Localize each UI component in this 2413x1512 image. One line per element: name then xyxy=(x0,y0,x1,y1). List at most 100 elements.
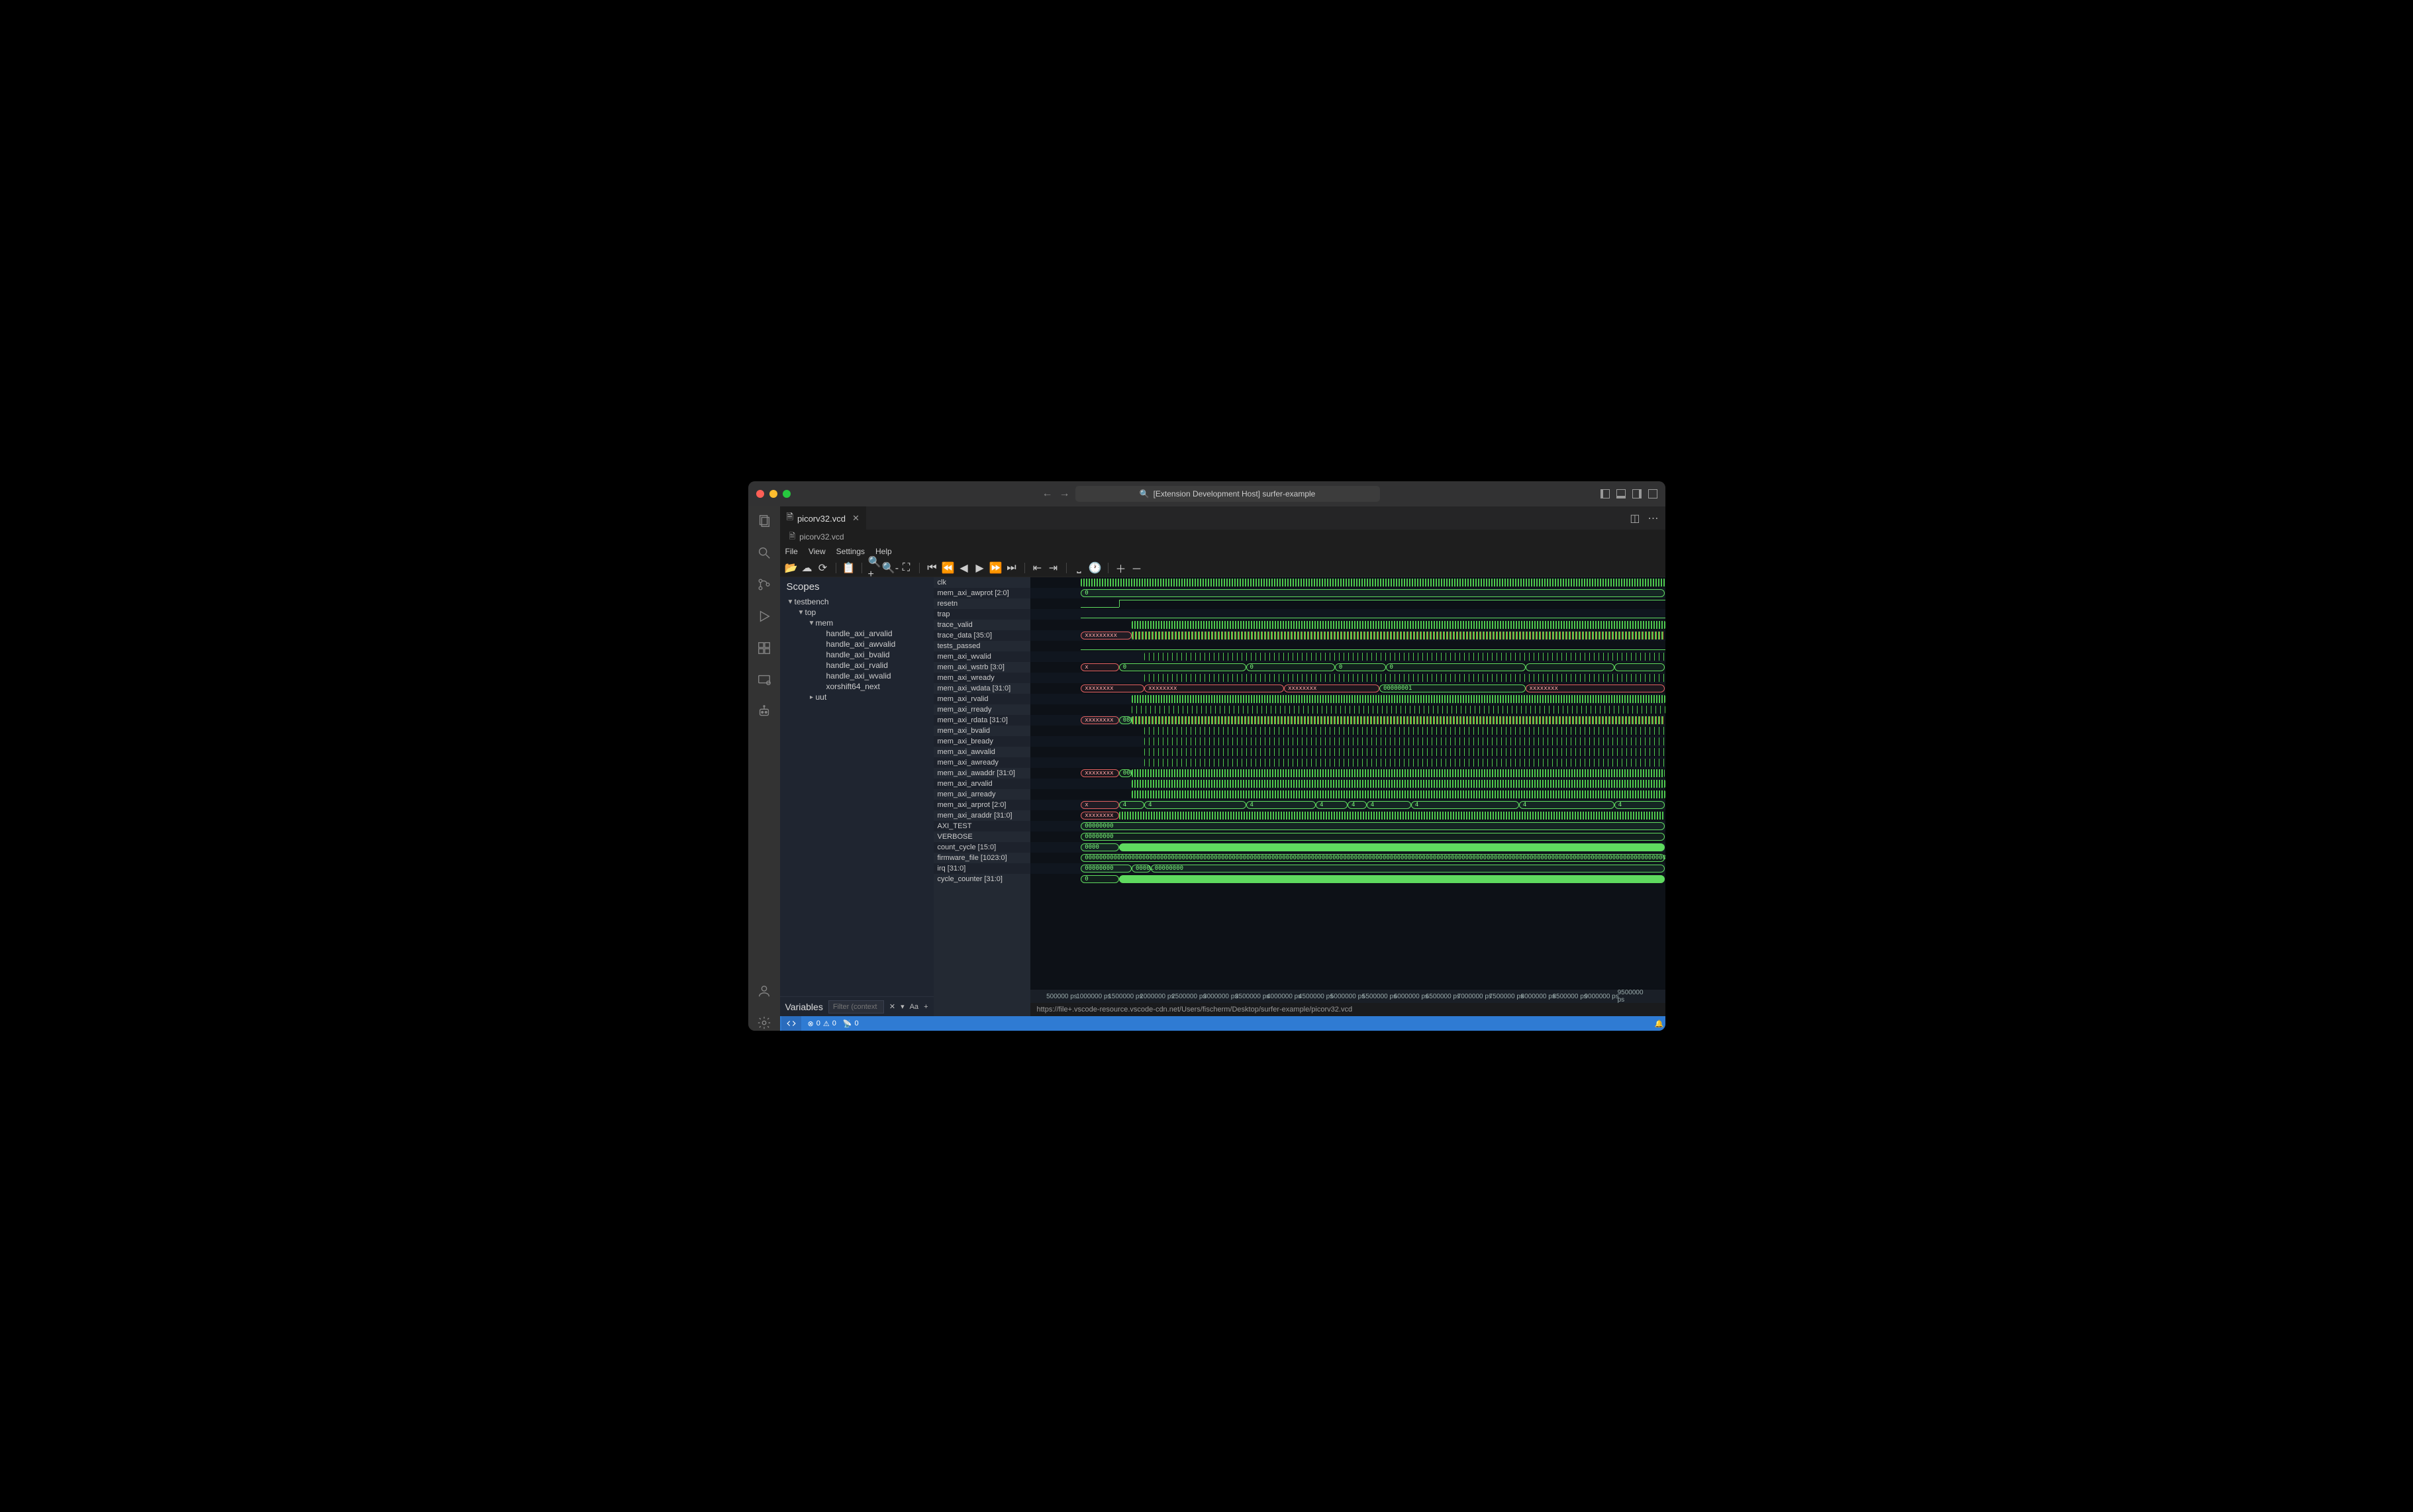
wave-segment[interactable]: xxxxxxxx xyxy=(1144,685,1284,692)
signal-name[interactable]: mem_axi_awvalid xyxy=(934,747,1030,757)
wave-row[interactable] xyxy=(1030,620,1665,630)
scope-node[interactable]: handle_axi_awvalid xyxy=(783,639,931,649)
wave-segment[interactable]: xxxxxxxx xyxy=(1081,812,1119,820)
wave-segment[interactable]: 0000… xyxy=(1132,865,1151,873)
step-back-icon[interactable]: ◀ xyxy=(958,562,970,574)
wave-segment[interactable]: 00000001 xyxy=(1379,685,1526,692)
wave-segment[interactable]: 4 xyxy=(1119,801,1144,809)
signal-name-column[interactable]: clkmem_axi_awprot [2:0]resetntraptrace_v… xyxy=(934,577,1030,1016)
wave-row[interactable] xyxy=(1030,641,1665,651)
remote-indicator[interactable] xyxy=(781,1016,801,1031)
toggle-right-panel-icon[interactable] xyxy=(1632,489,1642,498)
add-filter-icon[interactable]: + xyxy=(924,1003,928,1011)
wave-segment[interactable]: xxxxxxxx xyxy=(1081,685,1144,692)
breadcrumb[interactable]: 🗎 picorv32.vcd xyxy=(780,530,1665,544)
wave-segment[interactable]: 4 xyxy=(1316,801,1348,809)
signal-name[interactable]: mem_axi_awprot [2:0] xyxy=(934,588,1030,598)
wave-row[interactable]: 0000000000000000000000000000000000000000… xyxy=(1030,853,1665,863)
next-edge-icon[interactable]: ⇥ xyxy=(1048,562,1059,574)
wave-row[interactable] xyxy=(1030,779,1665,789)
wave-row[interactable] xyxy=(1030,673,1665,683)
scope-node[interactable]: xorshift64_next xyxy=(783,681,931,692)
wave-row[interactable] xyxy=(1030,694,1665,704)
maximize-window-button[interactable] xyxy=(783,490,791,498)
scope-node[interactable]: handle_axi_wvalid xyxy=(783,671,931,681)
wave-segment[interactable]: x xyxy=(1081,663,1119,671)
customize-layout-icon[interactable] xyxy=(1648,489,1657,498)
wave-segment[interactable]: 08004… xyxy=(1119,716,1132,724)
scope-tree[interactable]: ▼testbench▼top▼memhandle_axi_arvalidhand… xyxy=(780,596,934,996)
wave-segment[interactable]: 0 xyxy=(1386,663,1526,671)
download-icon[interactable]: ☁ xyxy=(801,562,813,574)
wave-segment[interactable]: 4 xyxy=(1144,801,1246,809)
wave-row[interactable] xyxy=(1030,598,1665,609)
go-start-icon[interactable]: ⏮ xyxy=(926,562,938,574)
zoom-in-icon[interactable]: 🔍+ xyxy=(869,562,881,574)
wave-row[interactable] xyxy=(1030,704,1665,715)
rewind-icon[interactable]: ⏪ xyxy=(942,562,954,574)
wave-row[interactable]: x444444444 xyxy=(1030,800,1665,810)
menu-view[interactable]: View xyxy=(809,547,826,556)
zoom-out-icon[interactable]: 🔍- xyxy=(885,562,897,574)
open-folder-icon[interactable]: 📂 xyxy=(785,562,797,574)
wave-segment[interactable]: 0 xyxy=(1335,663,1386,671)
signal-name[interactable]: mem_axi_wstrb [3:0] xyxy=(934,662,1030,673)
wave-row[interactable] xyxy=(1030,736,1665,747)
tree-caret-icon[interactable]: ▼ xyxy=(808,620,816,627)
wave-segment[interactable]: 0000000000000000000000000000000000000000… xyxy=(1081,854,1665,862)
wave-segment[interactable]: 0 xyxy=(1081,589,1665,597)
tree-caret-icon[interactable]: ▸ xyxy=(808,694,816,701)
signal-name[interactable]: AXI_TEST xyxy=(934,821,1030,831)
explorer-icon[interactable] xyxy=(756,513,772,529)
wave-segment[interactable] xyxy=(1526,663,1614,671)
signal-name[interactable]: cycle_counter [31:0] xyxy=(934,874,1030,884)
split-editor-icon[interactable]: ◫ xyxy=(1630,512,1640,525)
variables-filter-input[interactable] xyxy=(828,1000,884,1014)
scope-node[interactable]: ▸uut xyxy=(783,692,931,702)
wave-row[interactable] xyxy=(1030,577,1665,588)
minimize-window-button[interactable] xyxy=(769,490,777,498)
scope-node[interactable]: handle_axi_bvalid xyxy=(783,649,931,660)
signal-name[interactable]: mem_axi_rvalid xyxy=(934,694,1030,704)
wave-row[interactable]: 0 xyxy=(1030,588,1665,598)
remote-explorer-icon[interactable] xyxy=(756,672,772,688)
signal-name[interactable]: mem_axi_arprot [2:0] xyxy=(934,800,1030,810)
signal-name[interactable]: mem_axi_rready xyxy=(934,704,1030,715)
accounts-icon[interactable] xyxy=(756,983,772,999)
close-tab-icon[interactable]: ✕ xyxy=(852,513,860,524)
signal-name[interactable]: VERBOSE xyxy=(934,831,1030,842)
wave-segment[interactable]: xxxxxxxx xyxy=(1081,716,1119,724)
tab-picorv32[interactable]: 🗎 picorv32.vcd ✕ xyxy=(780,506,866,530)
more-actions-icon[interactable]: ⋯ xyxy=(1648,512,1659,525)
time-ruler[interactable]: 500000 ps1000000 ps1500000 ps2000000 ps2… xyxy=(1030,990,1665,1003)
go-end-icon[interactable]: ⏭ xyxy=(1006,562,1018,574)
forward-arrow-icon[interactable]: → xyxy=(1059,488,1070,500)
signal-name[interactable]: mem_axi_awready xyxy=(934,757,1030,768)
wave-segment[interactable]: 0 xyxy=(1119,663,1246,671)
wave-segment[interactable] xyxy=(1614,663,1665,671)
wave-segment[interactable]: 00000000 xyxy=(1081,822,1665,830)
back-arrow-icon[interactable]: ← xyxy=(1042,488,1053,500)
waveform-rows[interactable]: 0xxxxxxxxxx0000xxxxxxxxxxxxxxxxxxxxxxxx0… xyxy=(1030,577,1665,990)
errors-count[interactable]: ⊗0 ⚠0 xyxy=(808,1019,836,1028)
wave-row[interactable] xyxy=(1030,757,1665,768)
wave-segment[interactable]: xxxxxxxx xyxy=(1284,685,1379,692)
command-center[interactable]: 🔍 [Extension Development Host] surfer-ex… xyxy=(1075,486,1380,502)
scope-node[interactable]: ▼mem xyxy=(783,618,931,628)
fast-forward-icon[interactable]: ⏩ xyxy=(990,562,1002,574)
wave-row[interactable] xyxy=(1030,651,1665,662)
wave-row[interactable]: 000000000000…00000000 xyxy=(1030,863,1665,874)
toggle-left-panel-icon[interactable] xyxy=(1600,489,1610,498)
menu-settings[interactable]: Settings xyxy=(836,547,865,556)
wave-row[interactable]: 00000000 xyxy=(1030,821,1665,831)
wave-segment[interactable]: 4 xyxy=(1348,801,1367,809)
notifications-icon[interactable]: 🔔 xyxy=(1655,1019,1664,1028)
wave-segment[interactable]: 0000 xyxy=(1081,843,1119,851)
wave-row[interactable] xyxy=(1030,609,1665,620)
wave-row[interactable]: xxxxxxxx0000… xyxy=(1030,768,1665,779)
wave-segment[interactable]: 00000000 xyxy=(1151,865,1665,873)
scope-node[interactable]: handle_axi_arvalid xyxy=(783,628,931,639)
signal-name[interactable]: mem_axi_awaddr [31:0] xyxy=(934,768,1030,779)
signal-name[interactable]: mem_axi_wvalid xyxy=(934,651,1030,662)
wave-segment[interactable]: 4 xyxy=(1367,801,1411,809)
